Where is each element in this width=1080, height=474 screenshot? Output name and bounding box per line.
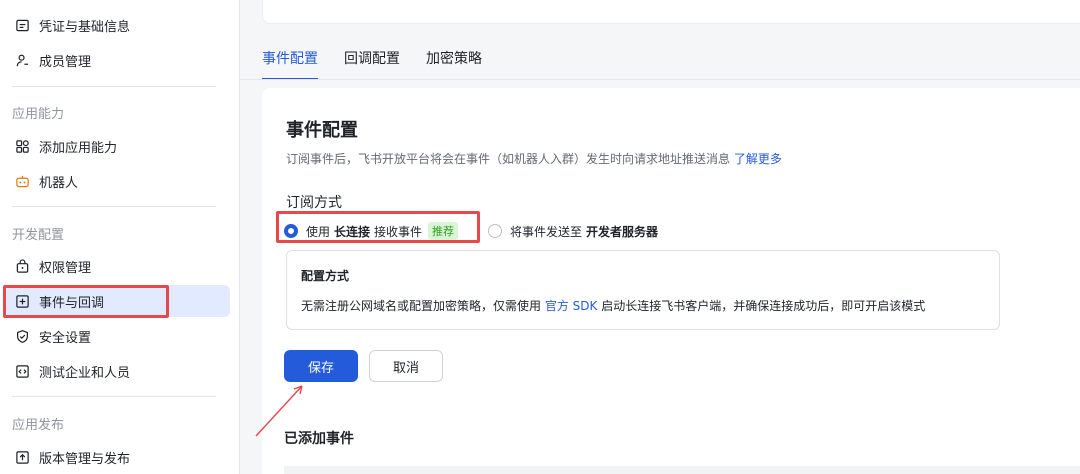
top-card [262,0,1080,24]
description-text: 订阅事件后，飞书开放平台将会在事件（如机器人入群）发生时向请求地址推送消息 [286,152,731,166]
divider [12,396,216,397]
sidebar-item-label: 成员管理 [39,54,92,70]
section-title-dev-config: 开发配置 [12,228,65,243]
sidebar-item-events[interactable]: 事件与回调 [6,285,230,317]
sidebar-item-version[interactable]: 版本管理与发布 [6,441,230,473]
annotation-arrow-icon [255,385,303,437]
sidebar-item-robot[interactable]: 机器人 [6,165,230,197]
event-icon [14,293,30,309]
app-grid-icon [14,138,30,154]
sidebar-item-label: 安全设置 [39,330,92,346]
tab-event-config[interactable]: 事件配置 [262,44,318,80]
subscribe-method-title: 订阅方式 [286,195,342,211]
recommend-badge: 推荐 [428,222,459,240]
official-sdk-link[interactable]: 官方 SDK [545,299,598,313]
sidebar-item-test-org[interactable]: 测试企业和人员 [6,355,230,387]
sidebar-item-members[interactable]: 成员管理 [6,44,230,76]
added-events-table-header [284,466,1080,474]
member-icon [14,52,30,68]
permission-icon [14,258,30,274]
sidebar-item-label: 事件与回调 [39,295,105,311]
sidebar-item-label: 添加应用能力 [39,140,118,156]
divider [12,206,216,207]
divider [12,86,216,87]
sidebar-item-label: 凭证与基础信息 [39,19,131,35]
sidebar-item-label: 版本管理与发布 [39,451,131,467]
config-method-text: 无需注册公网域名或配置加密策略，仅需使用 官方 SDK 启动长连接飞书客户端，并… [301,297,925,314]
sidebar: 凭证与基础信息 成员管理 应用能力 添加应用能力 机器人 开发配置 权限管理 事… [0,0,240,474]
sidebar-item-add-capability[interactable]: 添加应用能力 [6,130,230,162]
sidebar-item-label: 机器人 [39,175,79,191]
info-post: 启动长连接飞书客户端，并确保连接成功后，即可开启该模式 [601,299,926,313]
tab-bar: 事件配置 回调配置 加密策略 [262,44,508,80]
robot-icon [14,173,30,189]
sidebar-item-label: 权限管理 [39,260,92,276]
option1-post: 接收事件 [374,224,423,239]
radio-unchecked-icon[interactable] [488,224,502,238]
radio-long-connection[interactable]: 使用 长连接 接收事件 推荐 [284,221,459,241]
code-icon [14,363,30,379]
sidebar-item-label: 测试企业和人员 [39,365,131,381]
tab-callback-config[interactable]: 回调配置 [344,44,400,78]
config-method-title: 配置方式 [301,269,350,283]
option2-pre: 将事件发送至 [510,224,583,239]
tabs-divider [240,79,1080,80]
config-method-box: 配置方式 无需注册公网域名或配置加密策略，仅需使用 官方 SDK 启动长连接飞书… [286,250,1000,330]
credential-icon [14,17,30,33]
sidebar-item-credentials[interactable]: 凭证与基础信息 [6,9,230,41]
sidebar-item-permissions[interactable]: 权限管理 [6,250,230,282]
learn-more-link[interactable]: 了解更多 [734,152,782,166]
option1-strong: 长连接 [334,224,371,239]
event-config-card: 事件配置 订阅事件后，飞书开放平台将会在事件（如机器人入群）发生时向请求地址推送… [262,88,1080,474]
shield-icon [14,328,30,344]
tab-encryption-policy[interactable]: 加密策略 [426,44,482,78]
radio-developer-server[interactable]: 将事件发送至 开发者服务器 [488,221,662,241]
cancel-button[interactable]: 取消 [369,350,443,382]
section-title-app-release: 应用发布 [12,418,65,433]
upload-icon [14,449,30,465]
card-description: 订阅事件后，飞书开放平台将会在事件（如机器人入群）发生时向请求地址推送消息 了解… [286,150,782,167]
radio-checked-icon[interactable] [284,224,298,238]
option2-strong: 开发者服务器 [586,224,659,239]
section-title-app-capability: 应用能力 [12,107,65,122]
info-pre: 无需注册公网域名或配置加密策略，仅需使用 [301,299,542,313]
card-title: 事件配置 [286,120,358,141]
sidebar-item-security[interactable]: 安全设置 [6,320,230,352]
option1-pre: 使用 [306,224,331,239]
